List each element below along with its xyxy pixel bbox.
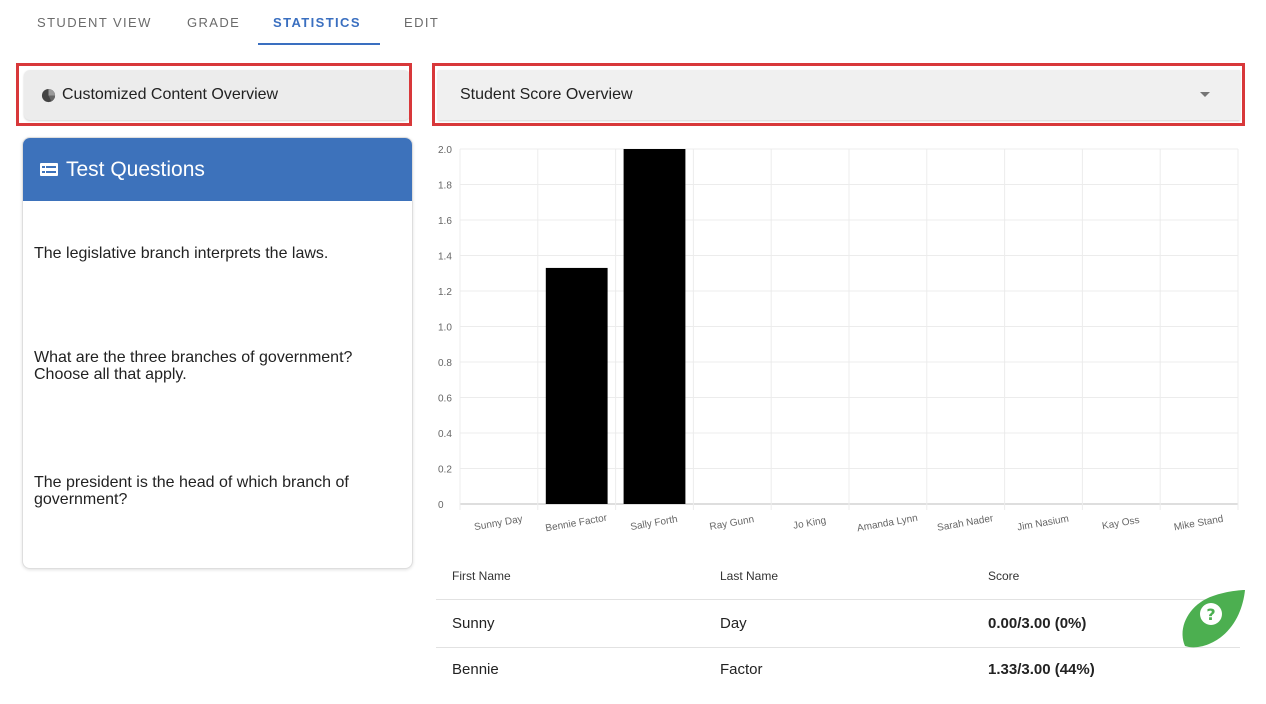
column-header-first-name: First Name [452, 569, 511, 583]
y-tick-label: 0 [438, 500, 444, 511]
column-header-last-name: Last Name [720, 569, 779, 583]
x-tick-label: Amanda Lynn [856, 513, 918, 534]
question-item[interactable]: The president is the head of which branc… [34, 474, 394, 508]
cell-first-name: Sunny [452, 615, 495, 632]
cell-first-name: Bennie [452, 661, 499, 678]
list-card-icon [40, 163, 58, 176]
test-questions-card: Test Questions The legislative branch in… [22, 137, 413, 569]
y-tick-label: 0.8 [438, 358, 452, 369]
row-divider [436, 599, 1240, 600]
tab-grade[interactable]: GRADE [187, 15, 240, 30]
help-glyph: ? [1206, 605, 1215, 624]
x-tick-label: Sarah Nader [936, 513, 994, 534]
x-tick-label: Kay Oss [1101, 515, 1140, 532]
row-divider [436, 647, 1240, 648]
cell-score: 1.33/3.00 (44%) [988, 661, 1095, 678]
question-item[interactable]: The legislative branch interprets the la… [34, 245, 394, 262]
student-score-bar-chart: 0 0.2 0.4 0.6 0.8 1.0 1.2 1.4 1.6 1.8 2.0 Sunny Day… [438, 145, 1239, 535]
tab-edit[interactable]: EDIT [404, 15, 439, 30]
x-tick-label: Sunny Day [473, 514, 523, 533]
y-tick-label: 1.0 [438, 323, 452, 334]
question-item[interactable]: What are the three branches of governmen… [34, 349, 394, 383]
y-tick-label: 0.4 [438, 429, 452, 440]
highlight-box-dropdown [432, 63, 1245, 126]
x-tick-label: Jim Nasium [1016, 514, 1069, 534]
x-tick-label: Bennie Factor [545, 513, 609, 535]
y-tick-label: 2.0 [438, 145, 452, 156]
tab-student-view[interactable]: STUDENT VIEW [37, 15, 152, 30]
column-header-score: Score [988, 569, 1020, 583]
x-tick-label: Ray Gunn [709, 514, 755, 533]
help-button[interactable]: ? [1175, 588, 1247, 648]
y-tick-label: 1.8 [438, 181, 452, 192]
tab-bar: STUDENT VIEW GRADE STATISTICS EDIT [0, 0, 1266, 48]
x-tick-label: Mike Stand [1173, 514, 1224, 534]
y-tick-label: 0.2 [438, 465, 452, 476]
test-questions-header: Test Questions [23, 138, 412, 201]
y-tick-label: 1.4 [438, 252, 452, 263]
y-tick-label: 1.6 [438, 216, 452, 227]
tab-statistics[interactable]: STATISTICS [273, 15, 361, 30]
cell-score: 0.00/3.00 (0%) [988, 615, 1087, 632]
bar[interactable] [545, 267, 608, 504]
cell-last-name: Day [720, 615, 747, 632]
cell-last-name: Factor [720, 661, 763, 678]
active-tab-indicator [258, 43, 380, 45]
x-tick-label: Jo King [792, 515, 827, 532]
highlight-box-overview [16, 63, 412, 126]
bar[interactable] [623, 149, 686, 504]
card-title: Test Questions [66, 157, 205, 181]
y-tick-label: 1.2 [438, 287, 452, 298]
y-tick-label: 0.6 [438, 394, 452, 405]
x-tick-label: Sally Forth [630, 514, 679, 533]
